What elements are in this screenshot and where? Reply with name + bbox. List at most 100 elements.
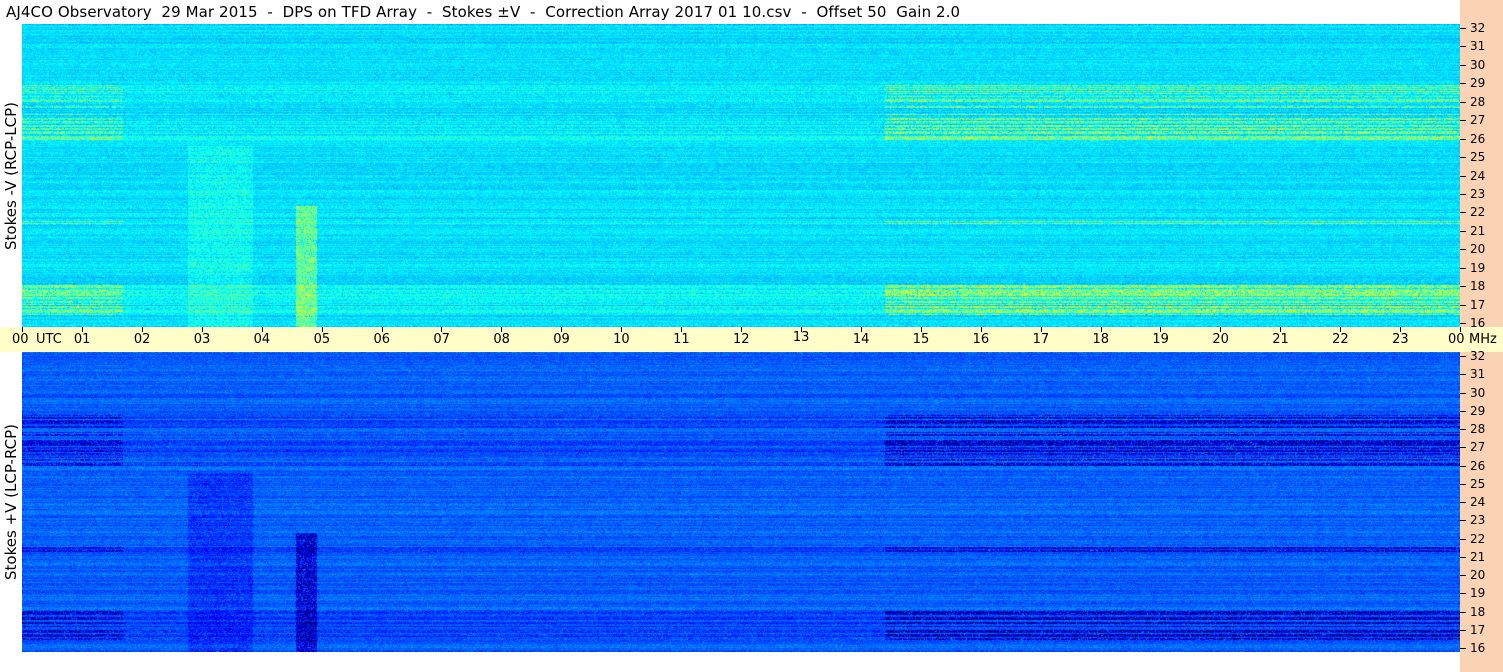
- freq-tick-label: 20: [1470, 242, 1486, 257]
- freq-tick: [1460, 429, 1466, 430]
- time-tick-label: 19: [1152, 332, 1169, 347]
- freq-tick: [1460, 212, 1466, 214]
- time-tick-label: 23: [1392, 332, 1409, 347]
- freq-tick-label: 28: [1470, 422, 1486, 436]
- freq-tick-label: 23: [1470, 186, 1486, 201]
- freq-axis-top: 16 17 18 19 20 21 22 23 24 25 26 27 28 29 30 31 32: [1460, 21, 1503, 329]
- freq-tick-label: 27: [1470, 440, 1486, 455]
- freq-tick-label: 30: [1470, 385, 1486, 400]
- freq-tick-label: 23: [1470, 513, 1486, 528]
- freq-tick-label: 17: [1470, 297, 1486, 312]
- freq-tick: [1460, 520, 1466, 522]
- freq-tick-label: 31: [1470, 367, 1486, 382]
- time-tick-label: 11: [673, 332, 690, 347]
- freq-tick: [1460, 230, 1466, 232]
- freq-tick: [1460, 249, 1466, 251]
- spectrogram-bottom-canvas: [22, 352, 1460, 652]
- freq-tick-label: 29: [1470, 403, 1486, 418]
- freq-tick: [1460, 447, 1466, 449]
- freq-tick: [1460, 286, 1466, 288]
- freq-axis-bottom: 16 17 18 19 20 21 22 23 24 25 26 27 28 29 30 31 32: [1460, 350, 1503, 654]
- freq-tick: [1460, 611, 1466, 613]
- freq-tick: [1460, 392, 1466, 394]
- freq-tick-label: 18: [1470, 604, 1486, 619]
- time-tick-label: 05: [313, 332, 331, 347]
- spectrogram-bottom: [22, 352, 1460, 652]
- freq-tick: [1460, 120, 1466, 122]
- freq-tick: [1460, 629, 1466, 631]
- freq-tick-label: 22: [1470, 205, 1486, 220]
- freq-tick-label: 26: [1470, 458, 1486, 473]
- freq-tick: [1460, 374, 1466, 376]
- time-tick-label: 14: [852, 332, 870, 347]
- time-tick-label: 20: [1212, 332, 1229, 347]
- freq-tick: [1460, 483, 1466, 485]
- time-tick-label: 06: [373, 332, 391, 347]
- freq-tick-label: 24: [1470, 168, 1486, 183]
- time-tick-label: 01: [73, 332, 91, 347]
- time-tick-label: 10: [613, 332, 630, 347]
- time-tick-label: 17: [1032, 332, 1050, 347]
- freq-tick-label: 27: [1470, 113, 1486, 128]
- freq-tick: [1460, 193, 1466, 195]
- time-tick-label: 00: [12, 332, 29, 347]
- freq-tick-label: 31: [1470, 39, 1486, 54]
- time-tick-label: 09: [553, 332, 570, 347]
- time-unit-label: UTC: [36, 332, 62, 347]
- time-tick-label: 21: [1272, 332, 1289, 347]
- freq-unit-label: MHz: [1469, 332, 1497, 347]
- freq-tick-label: 22: [1470, 531, 1486, 546]
- freq-tick-label: 32: [1470, 21, 1486, 35]
- time-tick-label: 07: [433, 332, 450, 347]
- freq-tick-label: 30: [1470, 57, 1486, 72]
- freq-tick: [1460, 465, 1466, 467]
- freq-tick: [1460, 46, 1466, 48]
- time-tick-label: 00: [1448, 332, 1465, 347]
- freq-tick: [1460, 556, 1466, 558]
- freq-axis-footer: [1460, 652, 1503, 672]
- freq-tick: [1460, 83, 1466, 85]
- time-tick-label: 12: [733, 332, 750, 347]
- spectrogram-top: [22, 24, 1460, 327]
- freq-tick: [1460, 648, 1466, 649]
- freq-tick-label: 24: [1470, 495, 1486, 509]
- freq-tick-label: 20: [1470, 568, 1486, 582]
- time-tick-label: 03: [193, 332, 211, 347]
- freq-tick-label: 17: [1470, 622, 1486, 637]
- time-axis: 00 01 02 03 04 05 06 07 08 09 10 11 12 13 14 15 16 17 18 19…: [0, 327, 1503, 352]
- freq-tick-label: 29: [1470, 76, 1486, 91]
- ylabel-top: Stokes -V (RCP-LCP): [2, 101, 20, 250]
- freq-tick: [1460, 101, 1466, 103]
- freq-tick: [1460, 323, 1466, 324]
- freq-tick-label: 19: [1470, 586, 1486, 601]
- chart-title: AJ4CO Observatory 29 Mar 2015 - DPS on T…: [6, 3, 961, 21]
- time-tick-label: 04: [253, 332, 271, 347]
- freq-tick: [1460, 28, 1466, 29]
- freq-tick: [1460, 502, 1466, 503]
- freq-tick: [1460, 157, 1466, 159]
- freq-tick: [1460, 304, 1466, 306]
- freq-tick: [1460, 356, 1466, 357]
- freq-tick: [1460, 593, 1466, 595]
- freq-tick-label: 18: [1470, 279, 1486, 294]
- freq-tick: [1460, 138, 1466, 140]
- freq-tick: [1460, 175, 1466, 177]
- time-tick-label: 08: [493, 332, 510, 347]
- freq-tick-label: 26: [1470, 131, 1486, 146]
- freq-tick-label: 25: [1470, 476, 1486, 491]
- freq-tick-label: 21: [1470, 223, 1486, 238]
- freq-tick-label: 19: [1470, 260, 1486, 275]
- time-tick-label: 22: [1332, 332, 1349, 347]
- freq-tick: [1460, 64, 1466, 66]
- freq-tick: [1460, 267, 1466, 269]
- time-tick-label: 16: [972, 332, 990, 347]
- freq-tick-label: 28: [1470, 94, 1486, 109]
- freq-tick: [1460, 575, 1466, 576]
- time-tick-label: 15: [912, 332, 930, 347]
- ylabel-bottom: Stokes +V (LCP-RCP): [2, 424, 20, 580]
- freq-tick: [1460, 538, 1466, 540]
- spectrogram-top-canvas: [22, 24, 1460, 327]
- freq-tick-label: 21: [1470, 549, 1486, 564]
- time-tick-label: 18: [1092, 332, 1110, 347]
- freq-tick: [1460, 410, 1466, 412]
